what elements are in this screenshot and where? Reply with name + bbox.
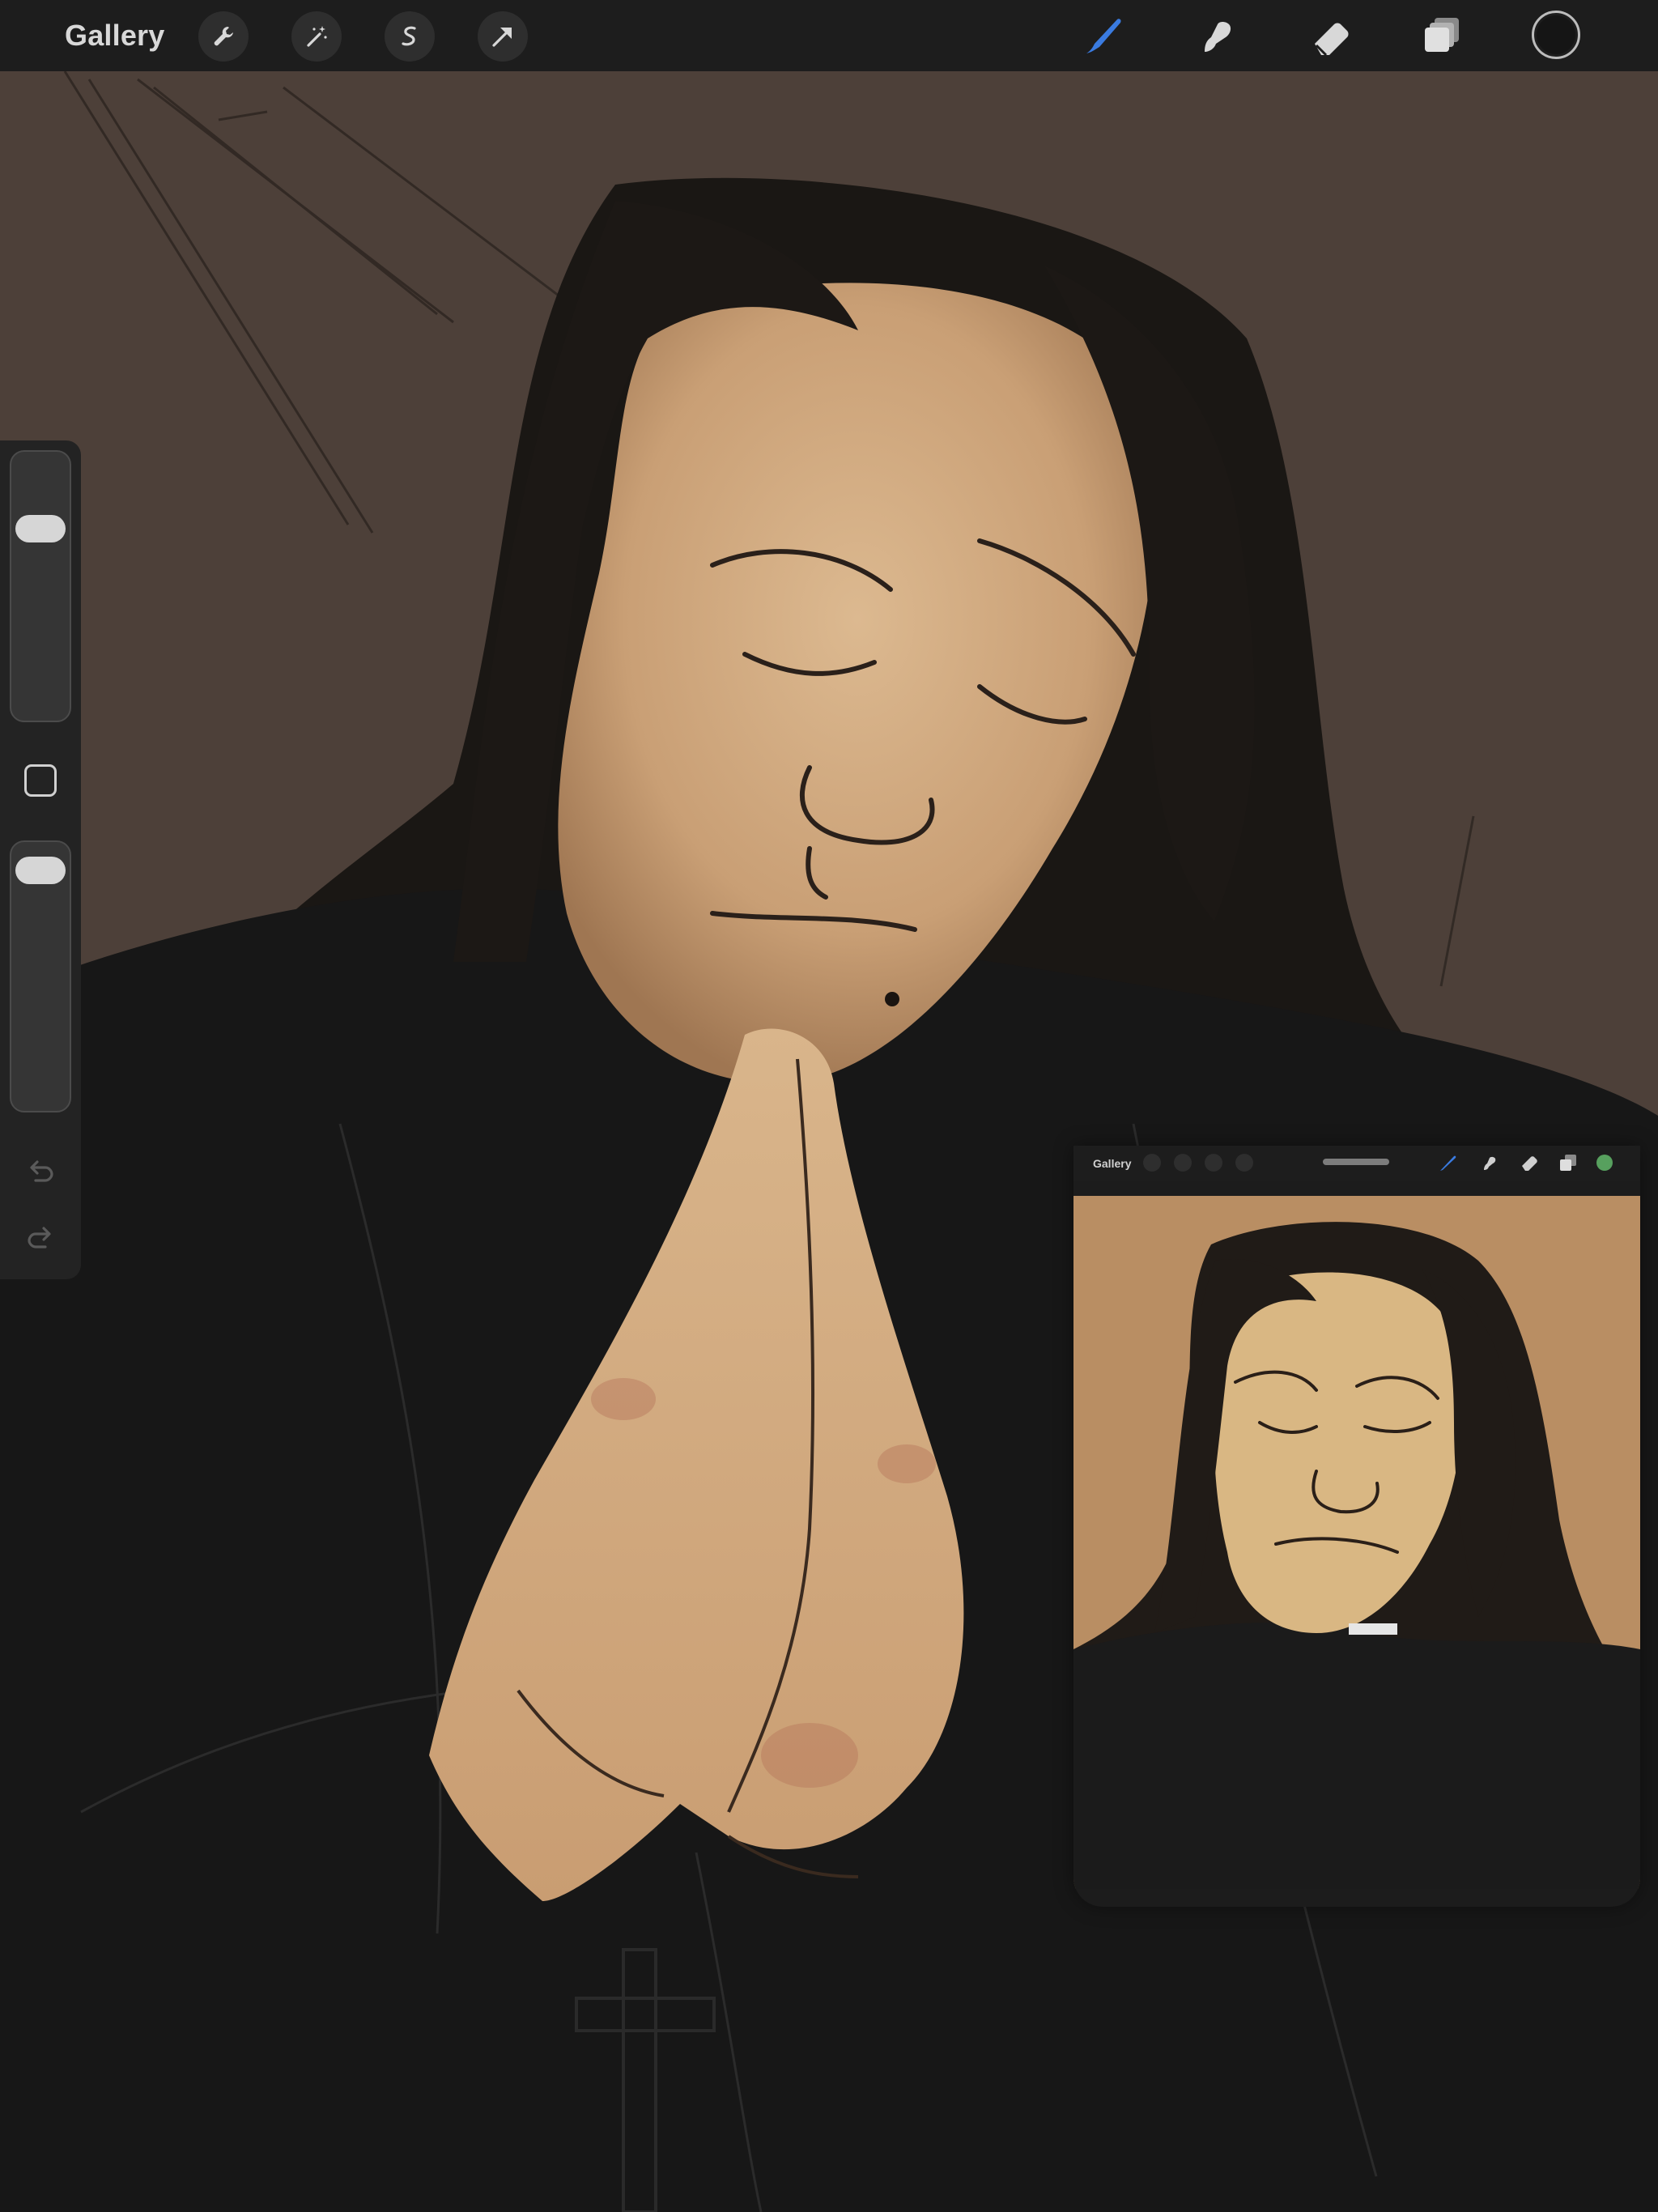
reference-selection-icon: [1205, 1154, 1222, 1172]
wrench-icon: [214, 27, 233, 46]
smudge-icon: [1205, 22, 1231, 52]
reference-artwork: [1073, 1196, 1640, 1889]
reference-window[interactable]: Gallery: [1073, 1146, 1640, 1907]
reference-wrench-icon: [1143, 1154, 1161, 1172]
brush-icon: [1086, 19, 1121, 53]
layers-button[interactable]: [1417, 10, 1469, 62]
color-picker-button[interactable]: [1532, 11, 1580, 59]
redo-icon: [28, 1227, 51, 1249]
reference-brush-icon: [1440, 1155, 1456, 1171]
modify-button[interactable]: [24, 764, 57, 797]
brush-size-slider[interactable]: [10, 450, 71, 722]
redo-button[interactable]: [21, 1218, 60, 1257]
undo-icon: [30, 1160, 53, 1182]
top-toolbar: Gallery: [0, 0, 1658, 71]
layers-icon: [1425, 18, 1459, 52]
brush-tool-button[interactable]: [1078, 10, 1130, 62]
selection-button[interactable]: [385, 11, 435, 62]
reference-drag-handle[interactable]: [1323, 1159, 1389, 1165]
reference-magic-wand-icon: [1174, 1154, 1192, 1172]
reference-color-swatch: [1596, 1155, 1613, 1171]
reference-gallery-label: Gallery: [1093, 1157, 1132, 1170]
eraser-tool-button[interactable]: [1305, 10, 1357, 62]
reference-arrow-icon: [1235, 1154, 1253, 1172]
adjustments-button[interactable]: [291, 11, 342, 62]
actions-button[interactable]: [198, 11, 249, 62]
left-sidebar: [0, 440, 81, 1279]
brush-opacity-slider[interactable]: [10, 840, 71, 1112]
gallery-button[interactable]: Gallery: [65, 0, 164, 71]
magic-wand-icon: [307, 26, 327, 47]
brush-opacity-thumb[interactable]: [15, 857, 66, 884]
reference-eraser-icon: [1522, 1156, 1537, 1171]
transform-button[interactable]: [478, 11, 528, 62]
reference-layers-icon: [1560, 1155, 1576, 1171]
smudge-tool-button[interactable]: [1190, 10, 1242, 62]
eraser-icon: [1315, 23, 1349, 57]
brush-size-thumb[interactable]: [15, 515, 66, 542]
reference-smudge-icon: [1484, 1156, 1496, 1170]
arrow-cursor-icon: [492, 28, 512, 47]
selection-s-icon: [402, 26, 416, 46]
undo-button[interactable]: [21, 1151, 60, 1190]
reference-toolbar: Gallery: [1073, 1146, 1640, 1181]
reference-image: [1073, 1196, 1640, 1889]
current-color-swatch: [1537, 15, 1575, 54]
